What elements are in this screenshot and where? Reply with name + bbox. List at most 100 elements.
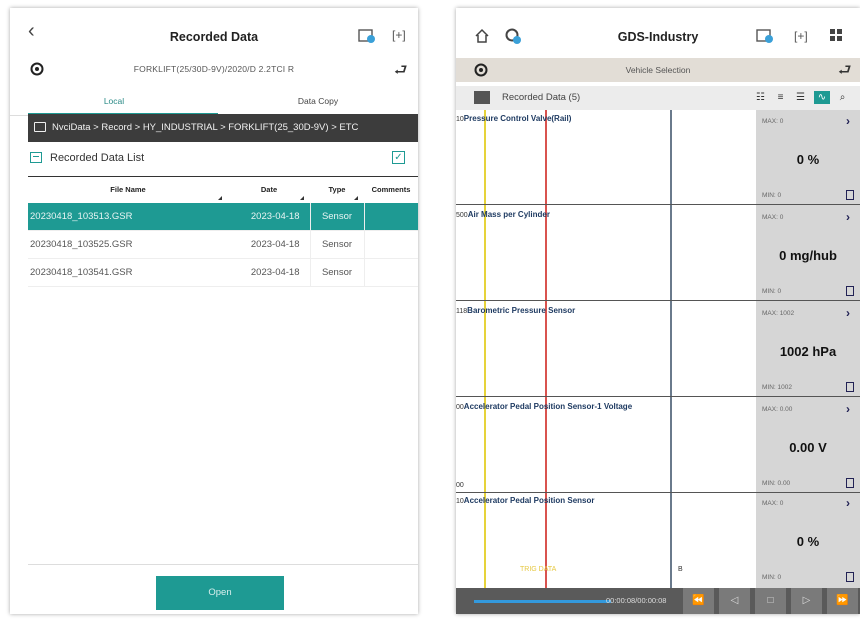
sensor-max: MAX: 0 [762,214,784,221]
playback-cursor-line[interactable] [545,110,547,588]
select-all-checkbox[interactable]: ✓ [392,151,405,164]
fullscreen-icon[interactable]: [+] [794,29,808,43]
row-divider [456,204,860,205]
play-icon[interactable]: ▷ [790,588,822,614]
list-icon [30,152,42,163]
tab-data-copy[interactable]: Data Copy [218,96,418,106]
sensor-value: 0 % [796,534,820,549]
sensor-label[interactable]: 00Accelerator Pedal Position Sensor-1 Vo… [456,402,632,411]
sensor-value: 0 mg/hub [779,248,837,263]
bookmark-icon[interactable] [846,572,854,582]
graph-view-icon[interactable]: ∿ [814,91,830,104]
tab-bar: Local Data Copy [10,90,418,116]
open-button[interactable]: Open [156,576,284,610]
chevron-right-icon[interactable]: › [846,210,850,224]
b-marker-label: B [678,566,683,573]
sensor-label[interactable]: 118Barometric Pressure Sensor [456,306,575,315]
graph-area [456,110,756,588]
sensor-label[interactable]: 500Air Mass per Cylinder [456,210,550,219]
sensor-value: 0 % [796,152,820,167]
list-settings-icon[interactable]: ☷ [754,91,767,104]
cell-comment [363,258,418,287]
gds-industry-panel: GDS-Industry [+] Vehicle Selection ⮐ Rec… [456,8,860,614]
text-view-icon[interactable]: ☰ [794,91,807,104]
recorded-data-label: Recorded Data (5) [502,92,581,103]
fast-forward-icon[interactable]: ⏩ [826,588,858,614]
return-icon[interactable]: ⮐ [394,60,408,85]
left-page-title: Recorded Data [169,30,259,44]
chevron-right-icon[interactable]: › [846,114,850,128]
scale-bottom-label: 00 [456,482,464,489]
row-divider [456,300,860,301]
trigger-data-label: TRIG DATA [520,566,557,573]
chevron-right-icon[interactable]: › [846,496,850,510]
playback-time: 00:00:08/00:00:08 [606,596,667,605]
column-header-file-name[interactable]: File Name [28,176,228,203]
left-top-bar: ‹ Recorded Data [+] [10,8,418,54]
playback-bar: 00:00:08/00:00:08 ⏪ ◁ □ ▷ ⏩ [456,588,860,614]
cell-date: 2023-04-18 [228,202,310,231]
b-marker-line[interactable] [670,110,672,588]
sensor-max: MAX: 0 [762,500,784,507]
divider [28,564,418,565]
sensor-max: MAX: 0.00 [762,406,793,413]
tab-local[interactable]: Local [10,96,218,106]
cell-comment [363,230,418,259]
table-row[interactable]: 20230418_103525.GSR 2023-04-18 Sensor [28,230,418,259]
list-view-icon[interactable]: ≡ [774,91,787,104]
cell-type: Sensor [309,258,364,287]
bookmark-icon[interactable] [846,478,854,488]
list-header: Recorded Data List ✓ [28,150,418,170]
row-divider [456,396,860,397]
cell-type: Sensor [309,230,364,259]
trigger-cursor-line[interactable] [484,110,486,588]
row-divider [456,492,860,493]
sensor-min: MIN: 0.00 [762,480,791,487]
table-row[interactable]: 20230418_103541.GSR 2023-04-18 Sensor [28,258,418,287]
recorded-data-panel: ‹ Recorded Data [+] FORKLIFT(25/30D-9V)/… [10,8,418,614]
sensor-min: MIN: 0 [762,574,782,581]
stop-icon[interactable]: □ [754,588,786,614]
sensor-label[interactable]: 10Accelerator Pedal Position Sensor [456,496,595,505]
right-top-bar: GDS-Industry [+] [456,8,860,54]
recorded-data-table: File Name Date Type Comments 20230418_10… [28,176,418,287]
cell-file-name: 20230418_103513.GSR [28,202,228,231]
cell-type: Sensor [309,202,364,231]
rewind-fast-icon[interactable]: ⏪ [682,588,714,614]
vehicle-selection-bar[interactable]: Vehicle Selection ⮐ [456,58,860,82]
cell-comment [363,202,418,231]
vehicle-info-text: FORKLIFT(25/30D-9V)/2020/D 2.2TCI R [133,64,295,74]
recorded-data-toolbar: Recorded Data (5) ☷ ≡ ☰ ∿ ⌕ [456,86,860,110]
sensor-value: 0.00 V [789,440,827,455]
fullscreen-icon[interactable]: [+] [392,28,406,42]
sensor-value: 1002 hPa [779,344,837,359]
chevron-right-icon[interactable]: › [846,306,850,320]
vehicle-info-row: FORKLIFT(25/30D-9V)/2020/D 2.2TCI R ⮐ [10,58,418,84]
vci-status-icon[interactable] [358,28,376,44]
return-icon[interactable]: ⮐ [838,60,852,85]
vci-status-icon[interactable] [756,28,774,44]
recorded-data-icon [474,91,490,104]
column-header-type[interactable]: Type [310,176,364,203]
cell-date: 2023-04-18 [228,230,310,259]
playback-progress[interactable] [474,600,611,603]
table-row[interactable]: 20230418_103513.GSR 2023-04-18 Sensor [28,202,418,231]
column-header-comments[interactable]: Comments [364,176,418,203]
chevron-right-icon[interactable]: › [846,402,850,416]
sensor-max: MAX: 1002 [762,310,795,317]
step-back-icon[interactable]: ◁ [718,588,750,614]
cell-date: 2023-04-18 [228,258,310,287]
sensor-min: MIN: 0 [762,192,782,199]
cell-file-name: 20230418_103525.GSR [28,230,228,259]
bookmark-icon[interactable] [846,190,854,200]
search-icon[interactable]: ⌕ [836,91,849,104]
sensor-label[interactable]: 10Pressure Control Valve(Rail) [456,114,571,123]
column-header-date[interactable]: Date [228,176,310,203]
bookmark-icon[interactable] [846,286,854,296]
sensor-max: MAX: 0 [762,118,784,125]
list-title: Recorded Data List [50,152,145,164]
folder-icon [34,122,46,132]
bookmark-icon[interactable] [846,382,854,392]
sensor-min: MIN: 0 [762,288,782,295]
grid-menu-icon[interactable] [830,29,842,41]
